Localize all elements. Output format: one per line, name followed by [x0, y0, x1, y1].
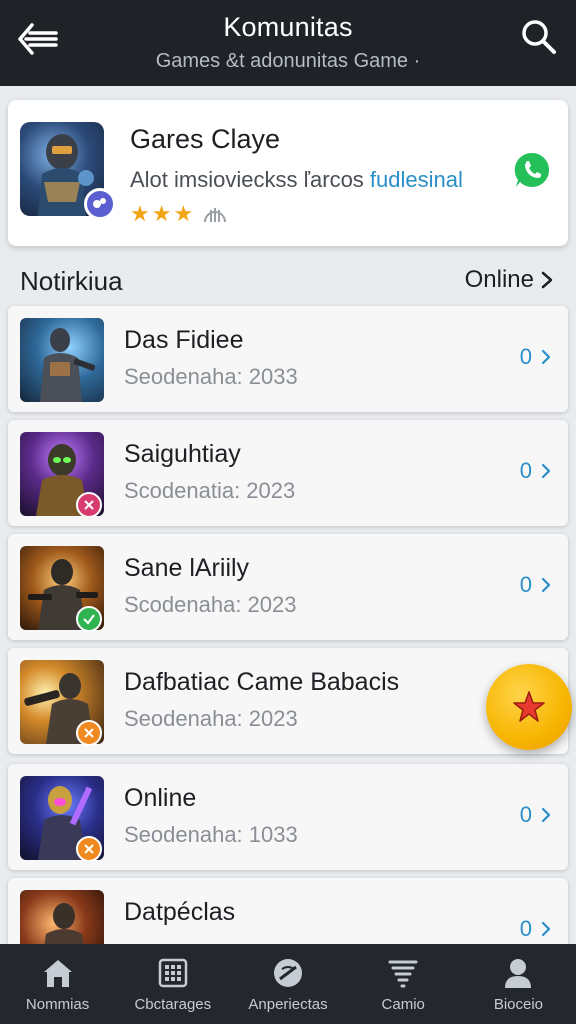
nav-label: Cbctarages — [134, 995, 212, 1013]
count-value: 0 — [519, 802, 532, 827]
chevron-right-icon — [541, 577, 551, 593]
nav-item-home[interactable]: Nommias — [0, 944, 115, 1024]
list-item-meta: Seodenaha: 2033 — [124, 364, 298, 389]
gauge-icon — [204, 208, 227, 223]
count-value: 0 — [519, 572, 532, 597]
featured-game-name: Gares Claye — [130, 124, 281, 154]
whatsapp-share-button[interactable] — [512, 150, 552, 190]
chevron-right-icon — [541, 349, 551, 365]
list-item[interactable]: Online Seodenaha: 1033 0 — [8, 764, 568, 870]
star-icon: ★ — [173, 201, 194, 226]
list-item-badge-icon — [76, 720, 102, 746]
list-item[interactable]: Das Fidiee Seodenaha: 2033 0 — [8, 306, 568, 412]
nav-item-profile[interactable]: Bioceio — [461, 944, 576, 1024]
list-item-title: Saiguhtiay — [124, 440, 241, 468]
list-item-title: Datpéclas — [124, 898, 236, 926]
chevron-right-icon — [541, 921, 551, 937]
user-icon — [501, 956, 535, 990]
list-item-meta: Seodenaha: 1033 — [124, 822, 298, 847]
bottom-navigation: Nommias Cbctarages Anperiectas Camio Bio… — [0, 944, 576, 1024]
app-header: Komunitas Games &t adonunitas Game · — [0, 0, 576, 86]
list-item-title: Das Fidiee — [124, 326, 244, 354]
page-title: Komunitas — [223, 12, 353, 42]
count-value: 0 — [519, 458, 532, 483]
list-item-meta: Scodenatia: 2023 — [124, 478, 296, 503]
list-item-count[interactable]: 0 — [520, 572, 552, 598]
star-icon: ★ — [151, 201, 172, 226]
online-label: Online — [464, 266, 534, 293]
tornado-icon — [386, 956, 420, 990]
list-item-title: Online — [124, 784, 197, 812]
list-item-count[interactable]: 0 — [520, 344, 552, 370]
star-icon: ★ — [130, 201, 150, 226]
nav-label: Nommias — [25, 995, 90, 1013]
nav-label: Camio — [381, 995, 425, 1013]
list-item[interactable]: Sane lAriily Scodenaha: 2023 0 — [8, 534, 568, 640]
list-item-badge-icon — [76, 836, 102, 862]
featured-rating: ★ ★ ★ — [130, 202, 229, 226]
list-item-title: Dafbatiac Came Babacis — [124, 668, 400, 696]
grid-icon — [156, 956, 190, 990]
search-icon — [522, 20, 556, 54]
list-item-thumbnail — [20, 318, 104, 402]
home-icon — [41, 956, 75, 990]
list-item[interactable]: Dafbatiac Came Babacis Seodenaha: 2023 — [8, 648, 568, 754]
star-icon — [513, 691, 545, 722]
chevron-right-icon — [541, 463, 551, 479]
list-item[interactable]: Saiguhtiay Scodenatia: 2023 0 — [8, 420, 568, 526]
list-item-count[interactable]: 0 — [520, 916, 552, 942]
online-filter-link[interactable]: Online — [465, 266, 554, 294]
page-subtitle: Games &t adonunitas Game · — [155, 50, 421, 72]
nav-label: Bioceio — [493, 995, 544, 1013]
list-item-count[interactable]: 0 — [520, 458, 552, 484]
section-header: Notirkiua Online — [0, 258, 576, 302]
nav-label: Anperiectas — [248, 995, 328, 1013]
list-item-meta: Scodenaha: 2023 — [124, 592, 297, 617]
featured-game-description: Alot imsiovieckss ľarcos fudlesinal — [130, 167, 463, 193]
list-item-count[interactable]: 0 — [520, 802, 552, 828]
nav-item-grid[interactable]: Cbctarages — [115, 944, 230, 1024]
chevron-right-icon — [541, 271, 553, 289]
compass-icon — [271, 956, 305, 990]
list-item-title: Sane lAriily — [124, 554, 250, 582]
count-value: 0 — [519, 916, 532, 941]
featured-badge-icon — [84, 188, 116, 220]
whatsapp-icon — [514, 152, 550, 187]
list-item-badge-icon — [76, 492, 102, 518]
search-button[interactable] — [518, 16, 560, 58]
count-value: 0 — [519, 344, 532, 369]
featured-desc-text: Alot imsiovieckss ľarcos — [130, 167, 370, 192]
featured-game-card[interactable]: Gares Claye Alot imsiovieckss ľarcos fud… — [8, 100, 568, 246]
section-title: Notirkiua — [20, 266, 123, 296]
featured-desc-link[interactable]: fudlesinal — [370, 167, 463, 192]
nav-item-camio[interactable]: Camio — [346, 944, 461, 1024]
nav-item-explore[interactable]: Anperiectas — [230, 944, 345, 1024]
verified-check-icon — [76, 606, 102, 632]
favorite-fab-button[interactable] — [486, 664, 572, 750]
chevron-right-icon — [541, 807, 551, 823]
list-item-meta: Seodenaha: 2023 — [124, 706, 298, 731]
